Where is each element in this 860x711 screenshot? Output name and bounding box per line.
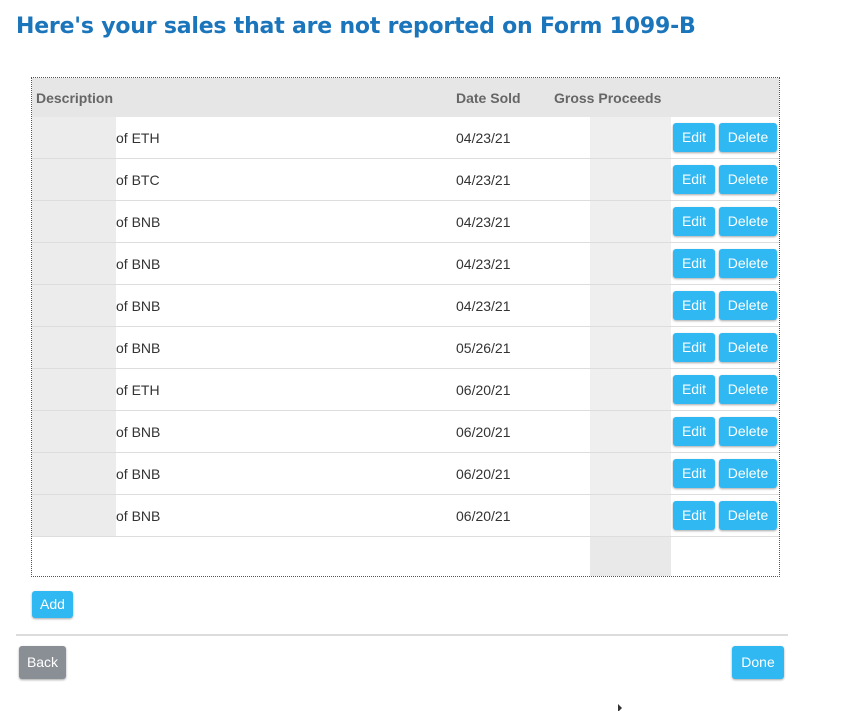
delete-button[interactable]: Delete bbox=[719, 291, 777, 320]
redacted-description bbox=[32, 411, 116, 452]
cell-date-sold: 06/20/21 bbox=[456, 466, 511, 482]
cell-date-sold: 06/20/21 bbox=[456, 508, 511, 524]
redacted-gross-proceeds bbox=[590, 495, 671, 536]
table-row-empty bbox=[32, 537, 779, 576]
table-row: of ETH 04/23/21 Edit Delete bbox=[32, 117, 779, 159]
cell-description: of ETH bbox=[116, 130, 160, 146]
redacted-description bbox=[32, 327, 116, 368]
cell-date-sold: 04/23/21 bbox=[456, 172, 511, 188]
add-button[interactable]: Add bbox=[32, 591, 73, 618]
table-row: of BTC 04/23/21 Edit Delete bbox=[32, 159, 779, 201]
cell-description: of BNB bbox=[116, 424, 161, 440]
edit-button[interactable]: Edit bbox=[673, 375, 715, 404]
cell-date-sold: 04/23/21 bbox=[456, 298, 511, 314]
cell-description: of BNB bbox=[116, 340, 161, 356]
table-body: of ETH 04/23/21 Edit Delete of BTC 04/23… bbox=[32, 117, 779, 576]
redacted-description bbox=[32, 369, 116, 410]
cell-date-sold: 06/20/21 bbox=[456, 424, 511, 440]
edit-button[interactable]: Edit bbox=[673, 501, 715, 530]
delete-button[interactable]: Delete bbox=[719, 459, 777, 488]
table-row: of BNB 04/23/21 Edit Delete bbox=[32, 201, 779, 243]
cell-date-sold: 04/23/21 bbox=[456, 130, 511, 146]
edit-button[interactable]: Edit bbox=[673, 123, 715, 152]
redacted-gross-proceeds bbox=[590, 201, 671, 242]
mouse-pointer-icon bbox=[618, 704, 622, 711]
edit-button[interactable]: Edit bbox=[673, 291, 715, 320]
table-row: of BNB 04/23/21 Edit Delete bbox=[32, 243, 779, 285]
redacted-description bbox=[32, 243, 116, 284]
delete-button[interactable]: Delete bbox=[719, 501, 777, 530]
column-header-date-sold: Date Sold bbox=[456, 90, 521, 106]
page-title: Here's your sales that are not reported … bbox=[16, 14, 696, 39]
redacted-gross-proceeds bbox=[590, 327, 671, 368]
redacted-gross-proceeds bbox=[590, 243, 671, 284]
redacted-description bbox=[32, 117, 116, 158]
cell-description: of BNB bbox=[116, 256, 161, 272]
table-row: of BNB 04/23/21 Edit Delete bbox=[32, 285, 779, 327]
redacted-gross-proceeds bbox=[590, 453, 671, 494]
column-header-gross-proceeds: Gross Proceeds bbox=[554, 90, 662, 106]
edit-button[interactable]: Edit bbox=[673, 165, 715, 194]
cell-date-sold: 05/26/21 bbox=[456, 340, 511, 356]
cell-date-sold: 06/20/21 bbox=[456, 382, 511, 398]
edit-button[interactable]: Edit bbox=[673, 333, 715, 362]
redacted-description bbox=[32, 495, 116, 536]
cell-date-sold: 04/23/21 bbox=[456, 214, 511, 230]
delete-button[interactable]: Delete bbox=[719, 249, 777, 278]
cell-description: of BNB bbox=[116, 466, 161, 482]
delete-button[interactable]: Delete bbox=[719, 333, 777, 362]
edit-button[interactable]: Edit bbox=[673, 249, 715, 278]
table-row: of BNB 05/26/21 Edit Delete bbox=[32, 327, 779, 369]
redacted-description bbox=[32, 453, 116, 494]
footer-divider bbox=[16, 634, 788, 636]
cell-description: of BNB bbox=[116, 214, 161, 230]
delete-button[interactable]: Delete bbox=[719, 417, 777, 446]
redacted-gross-proceeds bbox=[590, 285, 671, 326]
edit-button[interactable]: Edit bbox=[673, 207, 715, 236]
redacted-gross-proceeds bbox=[590, 159, 671, 200]
redacted-gross-proceeds bbox=[590, 537, 671, 576]
table-row: of BNB 06/20/21 Edit Delete bbox=[32, 495, 779, 537]
table-header: Description Date Sold Gross Proceeds bbox=[32, 78, 779, 117]
redacted-gross-proceeds bbox=[590, 117, 671, 158]
edit-button[interactable]: Edit bbox=[673, 459, 715, 488]
delete-button[interactable]: Delete bbox=[719, 207, 777, 236]
redacted-gross-proceeds bbox=[590, 411, 671, 452]
cell-description: of BNB bbox=[116, 298, 161, 314]
cell-date-sold: 04/23/21 bbox=[456, 256, 511, 272]
redacted-description bbox=[32, 285, 116, 326]
delete-button[interactable]: Delete bbox=[719, 375, 777, 404]
redacted-description bbox=[32, 201, 116, 242]
table-row: of BNB 06/20/21 Edit Delete bbox=[32, 411, 779, 453]
edit-button[interactable]: Edit bbox=[673, 417, 715, 446]
redacted-description bbox=[32, 159, 116, 200]
table-row: of BNB 06/20/21 Edit Delete bbox=[32, 453, 779, 495]
done-button[interactable]: Done bbox=[732, 646, 784, 679]
cell-description: of BTC bbox=[116, 172, 160, 188]
back-button[interactable]: Back bbox=[19, 646, 66, 679]
sales-table: Description Date Sold Gross Proceeds of … bbox=[31, 77, 780, 577]
redacted-gross-proceeds bbox=[590, 369, 671, 410]
delete-button[interactable]: Delete bbox=[719, 123, 777, 152]
column-header-description: Description bbox=[36, 90, 114, 106]
table-row: of ETH 06/20/21 Edit Delete bbox=[32, 369, 779, 411]
delete-button[interactable]: Delete bbox=[719, 165, 777, 194]
cell-description: of BNB bbox=[116, 508, 161, 524]
cell-description: of ETH bbox=[116, 382, 160, 398]
